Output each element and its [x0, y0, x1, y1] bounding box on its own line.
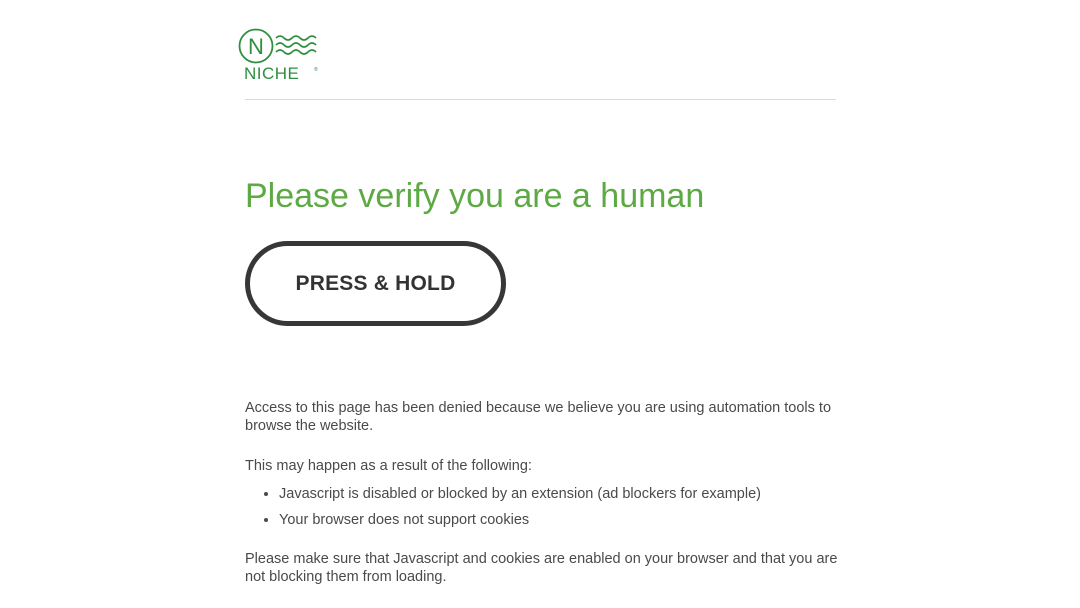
press-and-hold-button[interactable]: PRESS & HOLD — [245, 241, 506, 326]
access-denied-message: Access to this page has been denied beca… — [245, 400, 832, 434]
logo-letter: N — [248, 34, 264, 59]
captcha-page: N NICHE ® Please verify you are a human … — [0, 0, 1080, 608]
press-and-hold-label: PRESS & HOLD — [295, 271, 456, 295]
niche-logo[interactable]: N NICHE ® — [238, 28, 320, 86]
reasons-list: Javascript is disabled or blocked by an … — [245, 485, 879, 537]
list-item: Your browser does not support cookies — [279, 511, 879, 529]
niche-logo-icon: N — [238, 28, 317, 64]
logo-wordmark: NICHE — [244, 64, 300, 83]
page-title: Please verify you are a human — [245, 177, 705, 215]
header-divider — [245, 99, 836, 100]
reasons-intro: This may happen as a result of the follo… — [245, 458, 532, 474]
enable-cookies-advice: Please make sure that Javascript and coo… — [245, 551, 838, 585]
list-item: Javascript is disabled or blocked by an … — [279, 485, 879, 503]
trademark-mark: ® — [314, 67, 318, 73]
